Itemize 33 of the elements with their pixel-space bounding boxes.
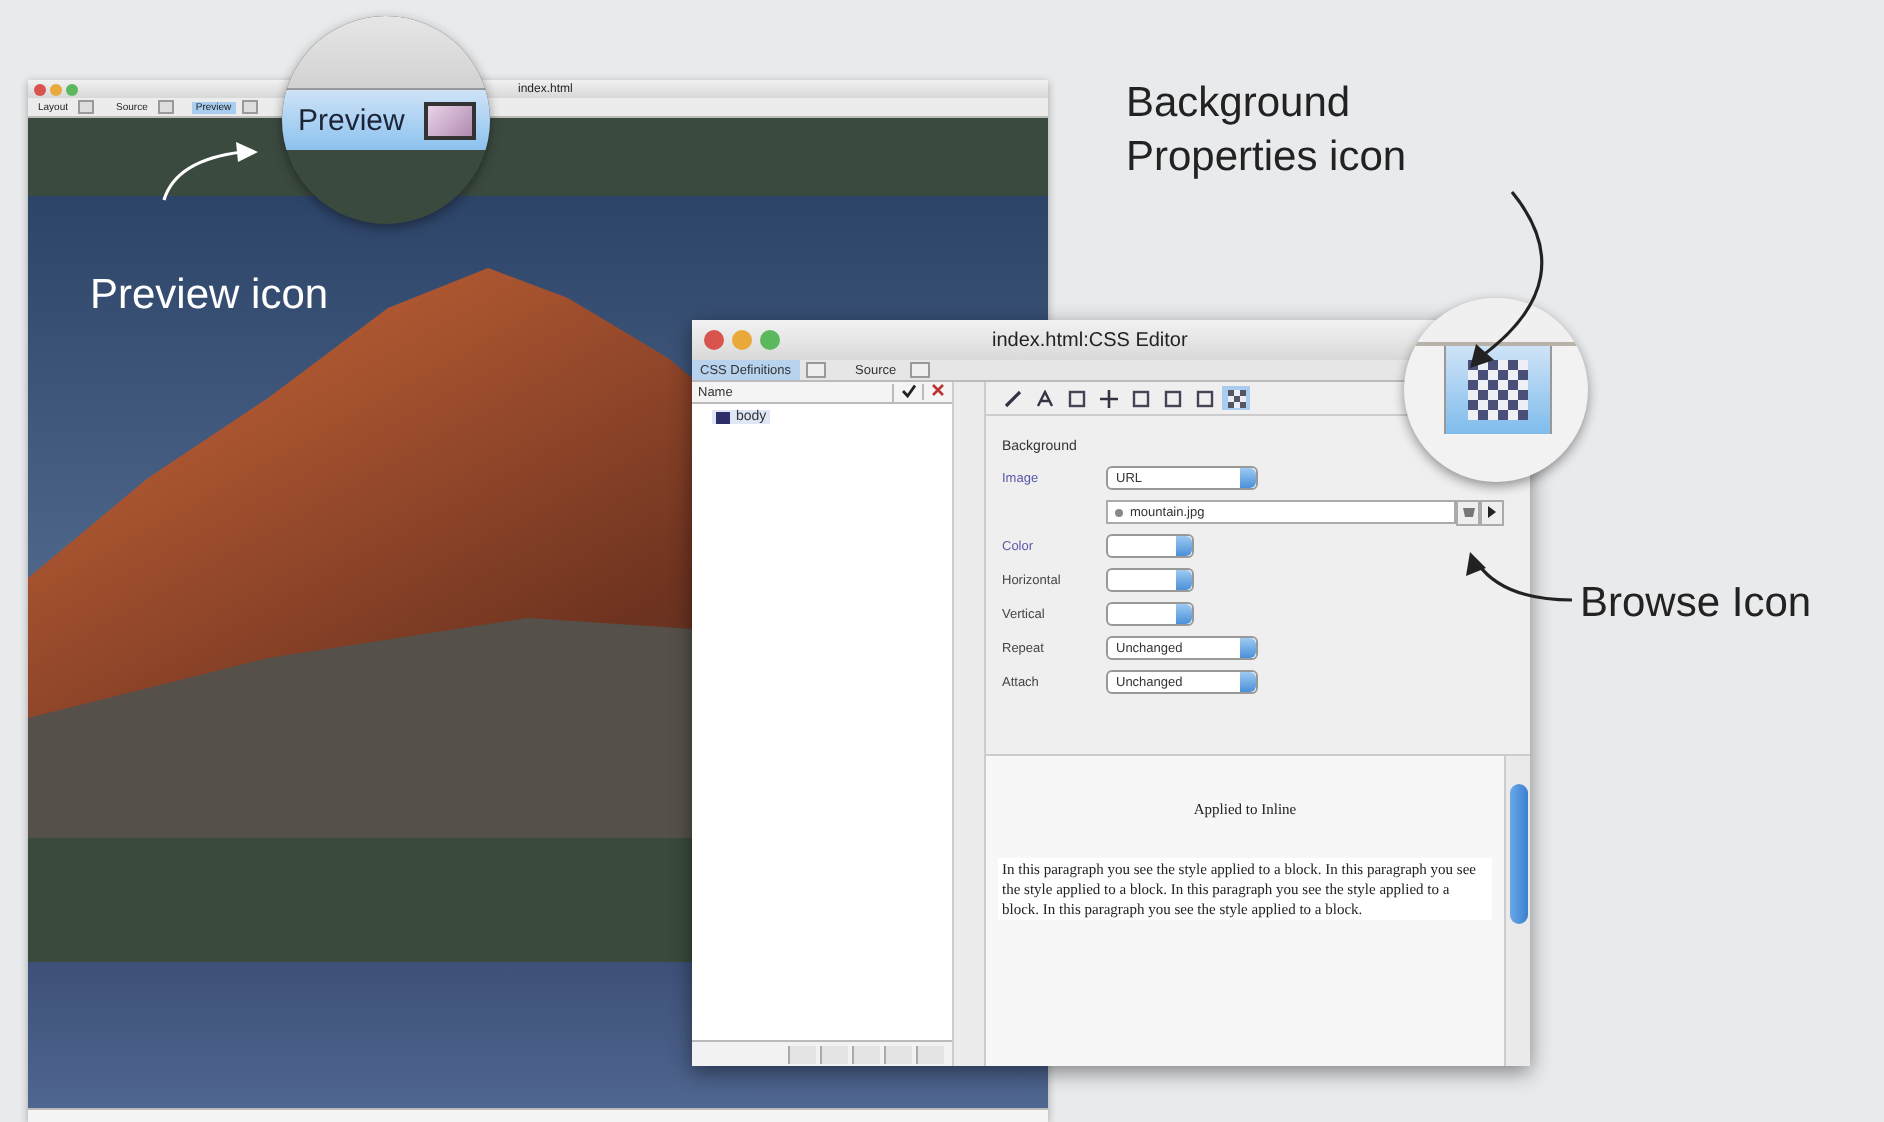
dropdown[interactable] <box>1106 602 1194 626</box>
dot-icon <box>1114 507 1124 517</box>
zoom-button[interactable] <box>66 83 78 95</box>
dropdown[interactable] <box>1106 568 1194 592</box>
window-title: index.html:CSS Editor <box>992 329 1188 351</box>
view-icon[interactable] <box>241 100 258 114</box>
view-icon[interactable] <box>78 100 95 114</box>
checkmark-icon <box>901 383 915 397</box>
callout-text: Browse Icon <box>1580 578 1812 630</box>
tab-icon[interactable] <box>910 362 931 378</box>
callout-text: Background Properties icon <box>1126 78 1409 185</box>
close-button[interactable] <box>704 330 724 350</box>
checkerboard-icon[interactable] <box>1468 360 1528 420</box>
zoom-button[interactable] <box>760 330 780 350</box>
scrollbar[interactable] <box>1504 756 1530 1066</box>
callout-arrow <box>1466 552 1573 602</box>
arrow-button[interactable] <box>1480 499 1504 525</box>
minimize-button[interactable] <box>732 330 752 350</box>
toolbar-button[interactable] <box>1444 346 1552 434</box>
triangle-icon <box>1488 506 1496 518</box>
callout-text: Preview icon <box>90 270 329 322</box>
delete-icon <box>932 384 944 396</box>
preview-icon[interactable] <box>424 101 477 139</box>
browse-button[interactable] <box>1456 499 1480 525</box>
close-button[interactable] <box>34 83 46 95</box>
color-picker[interactable] <box>1106 534 1194 558</box>
view-icon[interactable] <box>157 100 174 114</box>
property-icon[interactable] <box>1094 386 1122 410</box>
preview-label: Preview <box>298 103 405 137</box>
callout-arrow <box>162 142 258 201</box>
tab-icon[interactable] <box>805 362 826 378</box>
checkerboard-icon[interactable] <box>1222 386 1250 410</box>
minimize-button[interactable] <box>50 83 62 95</box>
